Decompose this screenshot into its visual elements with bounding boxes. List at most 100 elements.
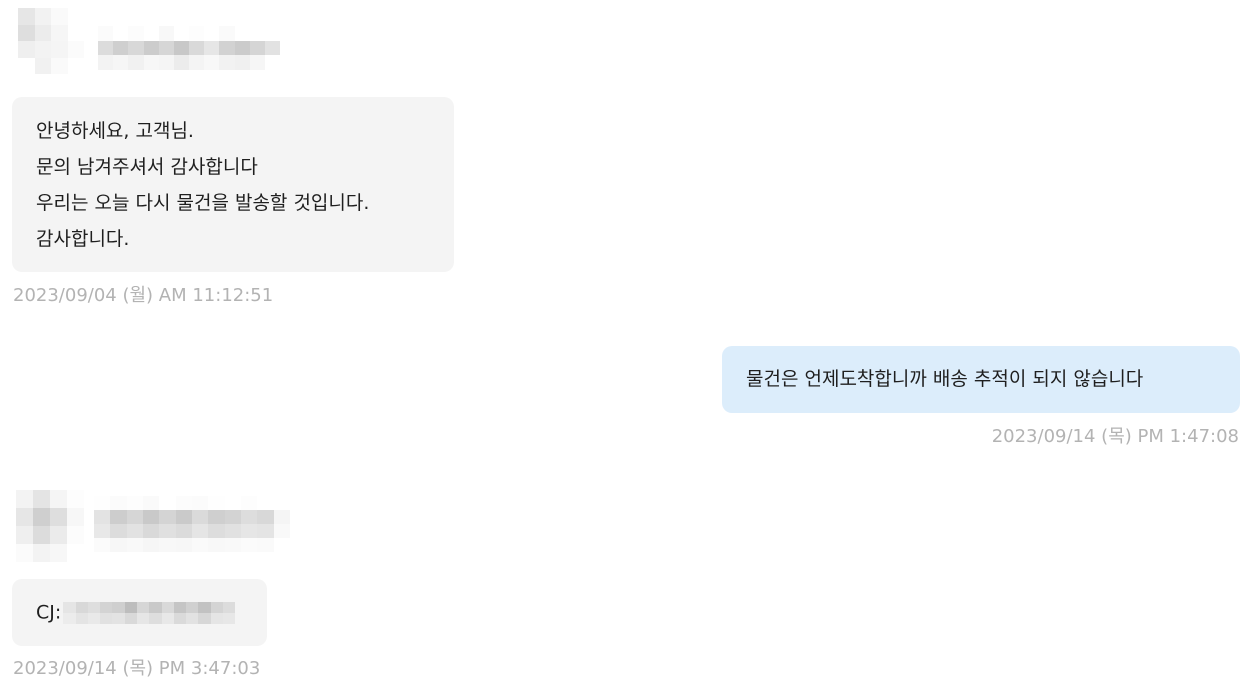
redaction-pixel — [16, 490, 33, 508]
redaction-pixel — [143, 496, 160, 510]
redaction-pixel — [136, 601, 150, 613]
redaction-pixel — [198, 612, 211, 624]
redaction-pixel — [175, 538, 192, 552]
redaction-pixel — [249, 55, 265, 70]
redaction-pixel — [159, 496, 176, 510]
redaction-pixel — [264, 40, 280, 56]
redaction-pixel — [219, 26, 235, 41]
redaction-pixel — [67, 508, 84, 526]
message-timestamp: 2023/09/14 (목) PM 1:47:08 — [991, 426, 1239, 447]
redaction-pixel — [34, 57, 51, 74]
redaction-pixel — [241, 538, 258, 552]
redaction-pixel — [143, 510, 160, 524]
redaction-pixel — [100, 612, 113, 624]
redaction-pixel — [124, 601, 137, 613]
redaction-pixel — [224, 538, 241, 552]
sender-name-redacted — [94, 496, 290, 552]
redaction-pixel — [113, 55, 129, 70]
redaction-pixel — [67, 544, 84, 562]
redaction-pixel — [198, 601, 211, 613]
redaction-pixel — [257, 538, 274, 552]
redaction-pixel — [94, 524, 111, 538]
redaction-pixel — [33, 526, 50, 544]
redaction-pixel — [273, 496, 290, 510]
redaction-pixel — [16, 544, 33, 562]
redaction-pixel — [175, 496, 192, 510]
redaction-pixel — [208, 510, 225, 524]
redaction-pixel — [173, 55, 189, 70]
redaction-pixel — [126, 524, 143, 538]
redaction-pixel — [175, 524, 192, 538]
redaction-pixel — [159, 524, 176, 538]
message-line: 문의 남겨주셔서 감사합니다 — [36, 156, 258, 178]
sender-avatar-redacted — [18, 8, 84, 74]
redaction-pixel — [234, 55, 250, 70]
redaction-pixel — [18, 57, 35, 74]
redaction-pixel — [67, 41, 84, 58]
redaction-pixel — [257, 524, 274, 538]
redaction-pixel — [158, 55, 174, 70]
redaction-pixel — [113, 40, 129, 56]
redaction-pixel — [159, 510, 176, 524]
redaction-pixel — [224, 524, 241, 538]
redaction-pixel — [257, 496, 274, 510]
redaction-pixel — [67, 490, 84, 508]
redaction-pixel — [159, 538, 176, 552]
redaction-pixel — [173, 612, 187, 624]
redaction-pixel — [51, 8, 68, 25]
message-line: 우리는 오늘 다시 물건을 발송할 것입니다. — [36, 192, 370, 214]
redaction-pixel — [67, 24, 84, 41]
redaction-pixel — [204, 40, 220, 56]
redaction-pixel — [192, 538, 209, 552]
redaction-pixel — [136, 612, 150, 624]
redaction-pixel — [210, 601, 223, 613]
message-text: 물건은 언제도착합니까 배송 추적이 되지 않습니다 — [746, 368, 1144, 390]
redaction-pixel — [161, 601, 174, 613]
redaction-pixel — [149, 612, 162, 624]
message-line: 감사합니다. — [36, 228, 130, 250]
redaction-pixel — [192, 524, 209, 538]
redaction-pixel — [67, 526, 84, 544]
redaction-pixel — [210, 612, 223, 624]
redaction-pixel — [110, 524, 127, 538]
redaction-pixel — [126, 496, 143, 510]
redaction-pixel — [143, 524, 160, 538]
redaction-pixel — [100, 601, 113, 613]
redaction-pixel — [189, 55, 205, 70]
redaction-pixel — [158, 26, 174, 41]
redaction-pixel — [87, 601, 101, 613]
redaction-pixel — [94, 496, 111, 510]
sender-avatar-redacted — [16, 490, 84, 562]
redaction-pixel — [186, 601, 199, 613]
incoming-message-bubble: CJ: — [12, 579, 267, 646]
redaction-pixel — [234, 40, 250, 56]
redaction-pixel — [204, 55, 220, 70]
redaction-pixel — [126, 510, 143, 524]
redaction-pixel — [110, 496, 127, 510]
redaction-pixel — [18, 24, 35, 41]
redaction-pixel — [110, 510, 127, 524]
redaction-pixel — [186, 612, 199, 624]
message-line: 안녕하세요, 고객님. — [36, 120, 194, 142]
redaction-pixel — [110, 538, 127, 552]
redaction-pixel — [224, 510, 241, 524]
redaction-pixel — [273, 524, 290, 538]
redaction-pixel — [222, 612, 236, 624]
redaction-pixel — [204, 26, 220, 41]
redaction-pixel — [128, 55, 144, 70]
redaction-pixel — [18, 41, 35, 58]
redaction-pixel — [50, 526, 67, 544]
redaction-pixel — [16, 526, 33, 544]
redaction-pixel — [98, 40, 114, 56]
redaction-pixel — [33, 544, 50, 562]
incoming-message-bubble: 안녕하세요, 고객님. 문의 남겨주셔서 감사합니다 우리는 오늘 다시 물건을… — [12, 97, 454, 272]
redaction-pixel — [98, 26, 114, 41]
redaction-pixel — [208, 496, 225, 510]
redaction-pixel — [249, 40, 265, 56]
message-timestamp: 2023/09/14 (목) PM 3:47:03 — [13, 658, 261, 679]
redaction-pixel — [219, 55, 235, 70]
redaction-pixel — [75, 601, 88, 613]
sender-name-redacted — [98, 26, 280, 70]
redaction-pixel — [87, 612, 101, 624]
redaction-pixel — [34, 8, 51, 25]
